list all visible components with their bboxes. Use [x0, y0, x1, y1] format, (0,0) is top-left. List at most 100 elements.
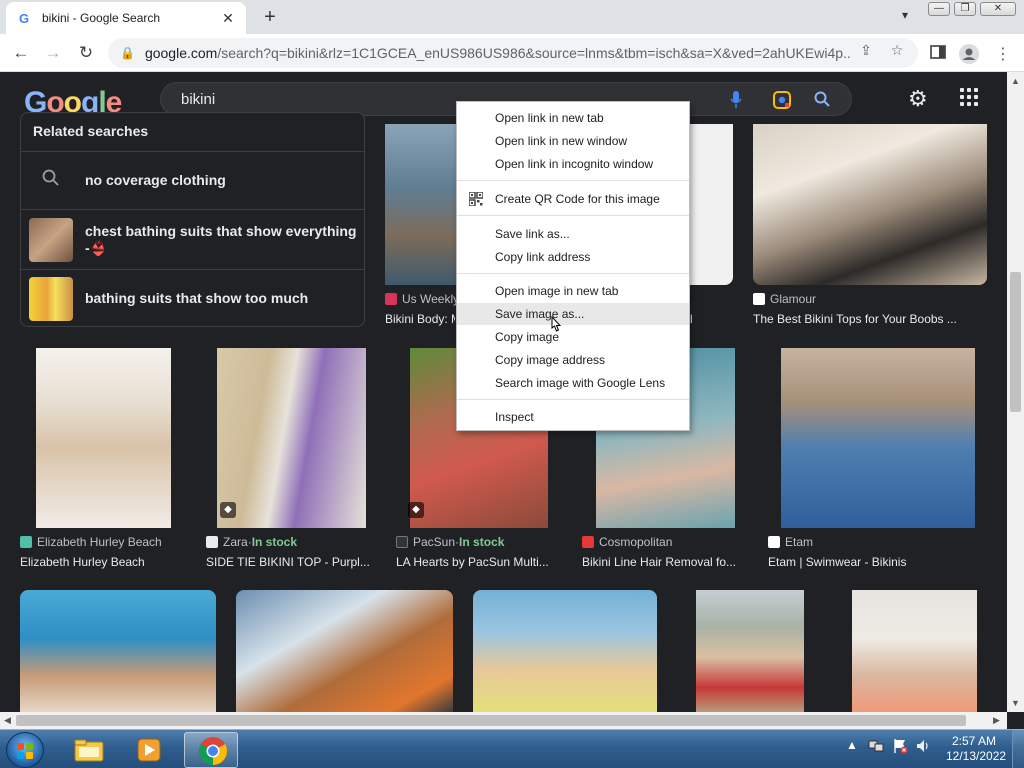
taskbar-media-player[interactable] [122, 732, 176, 768]
menu-separator [457, 399, 689, 400]
result-source-label: Us Weekly [402, 292, 460, 306]
menu-item-copy-image-address[interactable]: Copy image address [457, 349, 689, 371]
result-title-elizabeth-hurley[interactable]: Elizabeth Hurley Beach [20, 555, 195, 569]
action-center-flag-icon[interactable] [892, 738, 908, 757]
result-image-beach-1[interactable] [20, 590, 216, 712]
result-image-etam[interactable] [781, 348, 975, 528]
menu-item-open-link-new-tab[interactable]: Open link in new tab [457, 107, 689, 129]
result-title-etam[interactable]: Etam | Swimwear - Bikinis [768, 555, 968, 569]
result-title-cosmopolitan[interactable]: Bikini Line Hair Removal fo... [582, 555, 747, 569]
result-title-partial[interactable]: l [690, 312, 700, 326]
menu-item-copy-link-address[interactable]: Copy link address [457, 246, 689, 268]
related-thumbnail [29, 217, 73, 262]
result-source-etam[interactable]: Etam [768, 535, 813, 549]
menu-item-search-google-lens[interactable]: Search image with Google Lens [457, 372, 689, 394]
tab-google-search[interactable]: G bikini - Google Search ✕ [6, 2, 246, 34]
result-source-pacsun[interactable]: PacSun · In stock [396, 535, 504, 549]
result-title-glamour[interactable]: The Best Bikini Tops for Your Boobs ... [753, 312, 983, 326]
result-image-glamour[interactable] [753, 124, 987, 285]
horizontal-scroll-thumb[interactable] [16, 715, 966, 726]
clock-date: 12/13/2022 [946, 749, 1007, 763]
result-title-zara[interactable]: SIDE TIE BIKINI TOP - Purpl... [206, 555, 371, 569]
result-image-yellow-bikini[interactable] [473, 590, 657, 712]
menu-item-open-link-incognito[interactable]: Open link in incognito window [457, 153, 689, 175]
result-source-cosmopolitan[interactable]: Cosmopolitan [582, 535, 672, 549]
clock-time: 2:57 AM [951, 734, 997, 748]
windows-taskbar: ▲ 2:57 AM 12/13/2022 [0, 729, 1024, 768]
bookmark-star-icon[interactable]: ☆ [889, 42, 905, 58]
menu-item-save-link-as[interactable]: Save link as... [457, 223, 689, 245]
menu-separator [457, 273, 689, 274]
start-button[interactable] [6, 732, 44, 768]
forward-arrow-icon[interactable]: → [42, 42, 64, 64]
chrome-menu-icon[interactable]: ⋮ [994, 44, 1012, 63]
tab-close-icon[interactable]: ✕ [220, 10, 236, 27]
system-clock[interactable]: 2:57 AM 12/13/2022 [946, 734, 1007, 764]
menu-separator [457, 215, 689, 216]
result-image-coral-bikini[interactable] [852, 590, 977, 712]
horizontal-scrollbar[interactable]: ◀ ▶ [0, 712, 1007, 729]
result-title-us-weekly[interactable]: Bikini Body: M... [385, 312, 455, 326]
menu-item-create-qr-code[interactable]: Create QR Code for this image [457, 188, 689, 210]
share-icon[interactable]: ⇪ [858, 42, 874, 58]
back-arrow-icon[interactable]: ← [10, 42, 32, 64]
google-lens-icon[interactable] [773, 91, 791, 109]
close-window-button[interactable]: ✕ [980, 2, 1016, 16]
show-desktop-button[interactable] [1012, 730, 1024, 768]
volume-icon[interactable] [915, 738, 931, 757]
google-favicon-icon: G [18, 10, 30, 26]
result-source-label: Glamour [770, 292, 817, 306]
url-path: /search?q=bikini&rlz=1C1GCEA_enUS986US98… [217, 45, 850, 61]
side-panel-icon[interactable] [929, 44, 947, 62]
scroll-right-arrow-icon[interactable]: ▶ [993, 715, 1000, 726]
related-item-label: bathing suits that show too much [85, 290, 309, 306]
result-image-zara[interactable] [217, 348, 366, 528]
result-source-glamour[interactable]: Glamour [753, 292, 816, 306]
taskbar-chrome[interactable] [184, 732, 238, 768]
shopping-tag-icon: ◆ [220, 502, 236, 518]
minimize-button[interactable]: — [928, 2, 950, 16]
menu-item-open-image-new-tab[interactable]: Open image in new tab [457, 280, 689, 302]
result-title-pacsun[interactable]: LA Hearts by PacSun Multi... [396, 555, 561, 569]
vertical-scroll-thumb[interactable] [1010, 272, 1021, 412]
result-image-elizabeth-hurley[interactable] [36, 348, 171, 528]
reload-icon[interactable]: ↻ [75, 42, 97, 64]
microphone-icon[interactable] [727, 91, 745, 109]
profile-avatar-icon[interactable] [959, 44, 979, 64]
folder-icon [74, 739, 104, 762]
address-bar[interactable]: 🔒 google.com/search?q=bikini&rlz=1C1GCEA… [108, 38, 918, 68]
scroll-left-arrow-icon[interactable]: ◀ [4, 715, 11, 726]
media-player-icon [137, 738, 161, 762]
menu-item-open-link-new-window[interactable]: Open link in new window [457, 130, 689, 152]
search-icon[interactable] [813, 91, 831, 109]
url-text[interactable]: google.com/search?q=bikini&rlz=1C1GCEA_e… [145, 45, 850, 61]
result-source-us-weekly[interactable]: Us Weekly [385, 292, 459, 306]
network-icon[interactable] [868, 738, 884, 757]
vertical-scrollbar[interactable]: ▲ ▼ [1007, 72, 1024, 712]
related-item-bathing-suits-show-too-much[interactable]: bathing suits that show too much [21, 269, 364, 327]
restore-button[interactable]: ❐ [954, 2, 976, 16]
related-searches-panel: Related searches no coverage clothing ch… [20, 112, 365, 327]
tray-expand-arrow-icon[interactable]: ▲ [846, 738, 858, 752]
search-query[interactable]: bikini [181, 91, 215, 108]
google-apps-icon[interactable] [960, 88, 978, 106]
result-image-red-bikini[interactable] [696, 590, 804, 712]
menu-item-inspect[interactable]: Inspect [457, 406, 689, 428]
new-tab-button[interactable]: + [258, 6, 282, 28]
tab-search-chevron-icon[interactable]: ▾ [896, 8, 914, 26]
elizabeth-hurley-favicon-icon [20, 536, 32, 548]
taskbar-file-explorer[interactable] [62, 732, 116, 768]
scroll-down-arrow-icon[interactable]: ▼ [1011, 698, 1020, 708]
menu-item-save-image-as[interactable]: Save image as... [457, 303, 689, 325]
result-image-orange-top[interactable] [236, 590, 453, 712]
browser-toolbar: ← → ↻ 🔒 google.com/search?q=bikini&rlz=1… [0, 34, 1024, 72]
result-image-partial[interactable] [690, 124, 733, 285]
result-source-zara[interactable]: Zara · In stock [206, 535, 297, 549]
scroll-up-arrow-icon[interactable]: ▲ [1011, 76, 1020, 86]
result-source-label: Elizabeth Hurley Beach [37, 535, 162, 549]
menu-item-copy-image[interactable]: Copy image [457, 326, 689, 348]
settings-gear-icon[interactable]: ⚙ [908, 86, 928, 112]
result-source-elizabeth-hurley[interactable]: Elizabeth Hurley Beach [20, 535, 162, 549]
related-item-no-coverage-clothing[interactable]: no coverage clothing [21, 151, 364, 209]
related-item-chest-bathing-suits[interactable]: chest bathing suits that show everything… [21, 209, 364, 269]
